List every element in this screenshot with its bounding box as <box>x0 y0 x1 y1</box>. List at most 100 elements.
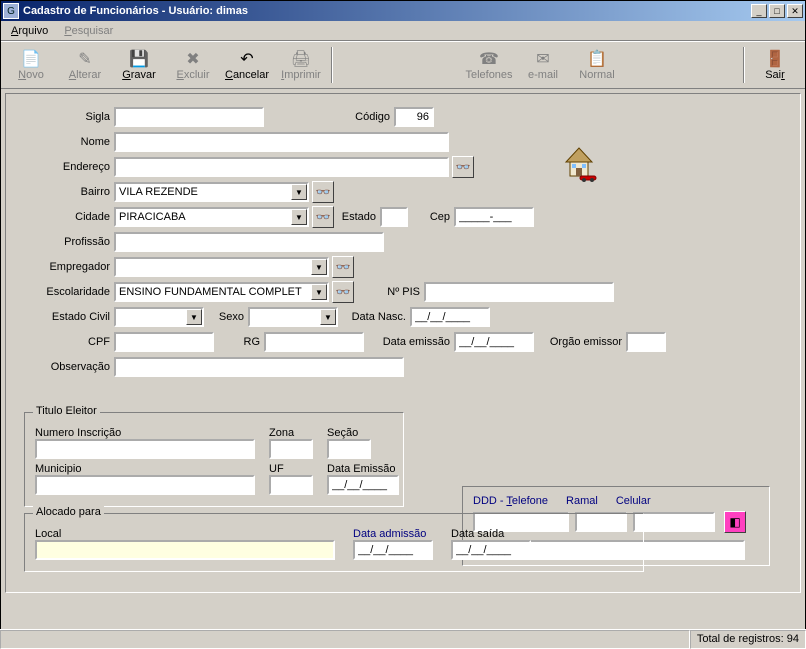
sigla-input[interactable] <box>114 107 264 127</box>
obs-input[interactable] <box>114 357 404 377</box>
separator <box>743 47 745 83</box>
data-saida-input[interactable] <box>451 540 531 560</box>
data-saida-label: Data saída <box>451 528 531 540</box>
estado-input[interactable] <box>380 207 408 227</box>
titulo-dataemissao-input[interactable] <box>327 475 399 495</box>
alterar-button: ✎Alterar <box>61 49 109 81</box>
home-car-icon <box>558 140 600 182</box>
bairro-input[interactable] <box>116 184 291 200</box>
cancelar-button[interactable]: ↶Cancelar <box>223 49 271 81</box>
estadocivil-label: Estado Civil <box>24 311 114 323</box>
uf-input[interactable] <box>269 475 313 495</box>
rg-input[interactable] <box>264 332 364 352</box>
data-admissao-label: Data admissão <box>353 528 433 540</box>
estadocivil-combo[interactable]: ▼ <box>114 307 204 327</box>
municipio-label: Municipio <box>35 463 255 475</box>
endereco-lookup-button[interactable]: 👓 <box>452 156 474 178</box>
close-button[interactable]: ✕ <box>787 4 803 18</box>
dataemissao-input[interactable] <box>454 332 534 352</box>
gravar-button[interactable]: 💾Gravar <box>115 49 163 81</box>
minimize-button[interactable]: _ <box>751 4 767 18</box>
sexo-label: Sexo <box>204 311 248 323</box>
cep-label: Cep <box>408 211 454 223</box>
toolbar: 📄Novo ✎Alterar 💾Gravar ✖Excluir ↶Cancela… <box>1 41 805 89</box>
color-button[interactable]: ◧ <box>724 511 746 533</box>
maximize-button[interactable]: □ <box>769 4 785 18</box>
status-empty <box>0 630 690 649</box>
content-area: Sigla Código Nome Endereço 👓 Bairro ▼ 👓 <box>1 89 805 597</box>
estadocivil-input[interactable] <box>116 309 186 325</box>
municipio-input[interactable] <box>35 475 255 495</box>
cidade-label: Cidade <box>24 211 114 223</box>
cpf-input[interactable] <box>114 332 214 352</box>
titulo-eleitor-group: Titulo Eleitor Numero Inscrição Zona Seç… <box>24 412 404 507</box>
secao-input[interactable] <box>327 439 371 459</box>
codigo-input[interactable] <box>394 107 434 127</box>
codigo-label: Código <box>344 111 394 123</box>
zona-label: Zona <box>269 427 313 439</box>
local-input[interactable] <box>35 540 335 560</box>
celular-input[interactable] <box>633 512 715 532</box>
email-button: ✉e-mail <box>519 49 567 81</box>
profissao-label: Profissão <box>24 236 114 248</box>
escolaridade-label: Escolaridade <box>24 286 114 298</box>
menu-arquivo[interactable]: AArquivorquivo <box>5 23 54 39</box>
escolaridade-input[interactable] <box>116 284 311 300</box>
endereco-label: Endereço <box>24 161 114 173</box>
estado-label: Estado <box>334 211 380 223</box>
zona-input[interactable] <box>269 439 313 459</box>
sexo-input[interactable] <box>250 309 320 325</box>
data-admissao-input[interactable] <box>353 540 433 560</box>
npis-input[interactable] <box>424 282 614 302</box>
escolaridade-combo[interactable]: ▼ <box>114 282 329 302</box>
ddd-telefone-link[interactable]: DDD - Telefone <box>473 495 548 507</box>
celular-label: Celular <box>616 495 651 507</box>
cep-input[interactable] <box>454 207 534 227</box>
local-label: Local <box>35 528 335 540</box>
empregador-input[interactable] <box>116 259 311 275</box>
chevron-down-icon[interactable]: ▼ <box>311 284 327 300</box>
chevron-down-icon[interactable]: ▼ <box>291 209 307 225</box>
chevron-down-icon[interactable]: ▼ <box>320 309 336 325</box>
ramal-label: Ramal <box>566 495 598 507</box>
orgao-input[interactable] <box>626 332 666 352</box>
excluir-button: ✖Excluir <box>169 49 217 81</box>
window-controls: _ □ ✕ <box>751 4 803 18</box>
empregador-lookup-button[interactable]: 👓 <box>332 256 354 278</box>
nome-input[interactable] <box>114 132 449 152</box>
orgao-label: Orgão emissor <box>534 336 626 348</box>
cidade-combo[interactable]: ▼ <box>114 207 309 227</box>
novo-button: 📄Novo <box>7 49 55 81</box>
obs-label: Observação <box>24 361 114 373</box>
titlebar: G Cadastro de Funcionários - Usuário: di… <box>1 1 805 21</box>
menu-bar: AArquivorquivo Pesquisar <box>1 21 805 41</box>
sigla-label: Sigla <box>24 111 114 123</box>
status-total: Total de registros: 94 <box>690 630 806 649</box>
datanasc-input[interactable] <box>410 307 490 327</box>
endereco-input[interactable] <box>114 157 449 177</box>
sair-button[interactable]: 🚪Sair <box>751 49 799 81</box>
datanasc-label: Data Nasc. <box>338 311 410 323</box>
chevron-down-icon[interactable]: ▼ <box>291 184 307 200</box>
empregador-combo[interactable]: ▼ <box>114 257 329 277</box>
profissao-input[interactable] <box>114 232 384 252</box>
sexo-combo[interactable]: ▼ <box>248 307 338 327</box>
bairro-label: Bairro <box>24 186 114 198</box>
bairro-combo[interactable]: ▼ <box>114 182 309 202</box>
nome-label: Nome <box>24 136 114 148</box>
bairro-lookup-button[interactable]: 👓 <box>312 181 334 203</box>
numero-input[interactable] <box>35 439 255 459</box>
form-panel: Sigla Código Nome Endereço 👓 Bairro ▼ 👓 <box>5 93 801 593</box>
uf-label: UF <box>269 463 313 475</box>
escolaridade-lookup-button[interactable]: 👓 <box>332 281 354 303</box>
chevron-down-icon[interactable]: ▼ <box>186 309 202 325</box>
chevron-down-icon[interactable]: ▼ <box>311 259 327 275</box>
app-icon: G <box>3 3 19 19</box>
menu-pesquisar: Pesquisar <box>58 23 119 39</box>
dataemissao-label: Data emissão <box>364 336 454 348</box>
imprimir-button: 🖨Imprimir <box>277 49 325 81</box>
secao-label: Seção <box>327 427 371 439</box>
telefones-button: ☎Telefones <box>465 49 513 81</box>
cidade-input[interactable] <box>116 209 291 225</box>
cidade-lookup-button[interactable]: 👓 <box>312 206 334 228</box>
